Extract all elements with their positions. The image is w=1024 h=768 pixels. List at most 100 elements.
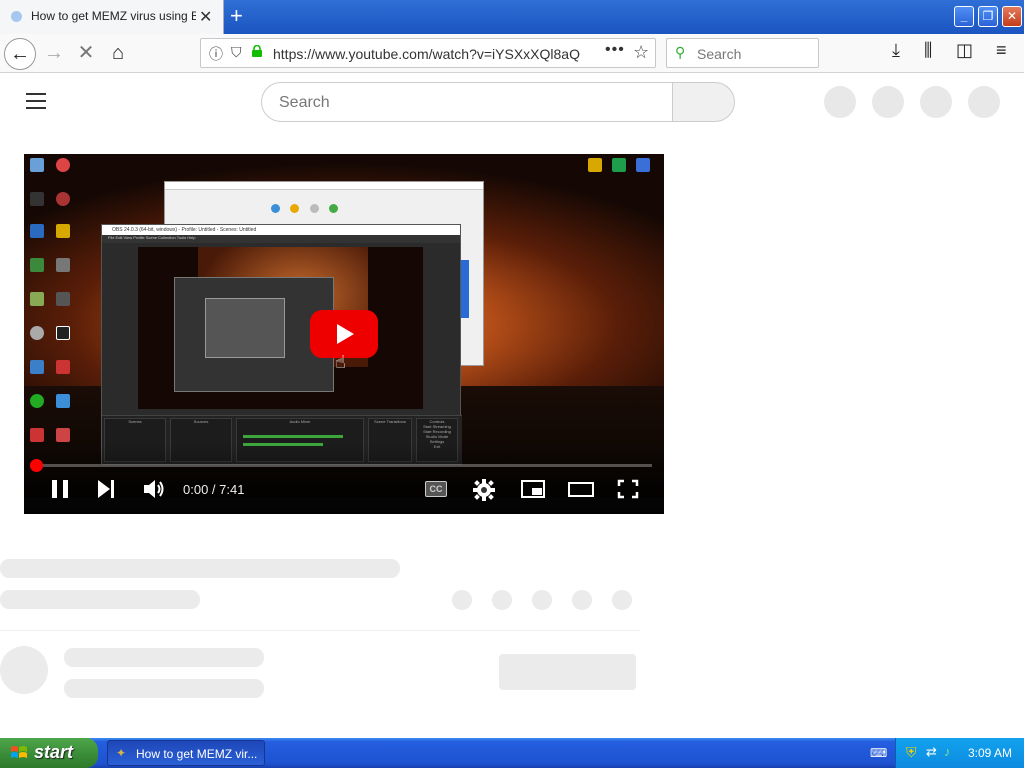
progress-scrubber[interactable] — [30, 459, 43, 472]
desktop-icon — [30, 326, 44, 340]
forward-button[interactable]: → — [38, 38, 70, 70]
title-placeholder — [0, 559, 400, 578]
subscriber-placeholder — [64, 679, 264, 698]
google-slides-icon — [588, 158, 602, 172]
pause-button[interactable] — [50, 478, 70, 500]
browser-tab[interactable]: How to get MEMZ virus using Batc ✕ — [0, 0, 224, 34]
obs-preview — [138, 247, 423, 409]
header-icon-placeholder[interactable] — [920, 86, 952, 118]
action-placeholder — [572, 590, 592, 610]
url-bar[interactable]: ⓘ ⛉ https://www.youtube.com/watch?v=iYSX… — [200, 38, 656, 68]
dock-audio-mixer-label: Audio Mixer — [289, 419, 311, 424]
youtube-search-input[interactable]: Search — [261, 82, 673, 122]
menu-icon[interactable]: ≡ — [996, 40, 1007, 61]
virtualbox-icon — [30, 224, 44, 238]
action-placeholder — [492, 590, 512, 610]
views-placeholder — [0, 590, 200, 609]
browser-search-box[interactable]: ⚲ Search — [666, 38, 819, 68]
desktop-icon — [30, 258, 44, 272]
system-tray: ⛨ ⇄ ♪ 3:09 AM — [895, 738, 1024, 768]
chrome-icon — [56, 158, 70, 172]
desktop-icon — [30, 394, 44, 408]
fullscreen-button[interactable] — [616, 478, 640, 500]
desktop-icon — [56, 292, 70, 306]
settings-gear-icon[interactable] — [472, 478, 496, 502]
hamburger-menu-icon[interactable] — [26, 93, 46, 109]
recycle-bin-icon — [30, 158, 44, 172]
desktop-icon — [30, 428, 44, 442]
obs-menu: File Edit View Profile Scene Collection … — [102, 235, 460, 243]
hand-cursor-icon: ☝ — [335, 352, 346, 372]
volume-tray-icon[interactable]: ♪ — [944, 744, 951, 759]
google-docs-icon — [636, 158, 650, 172]
audio-meter — [243, 435, 343, 438]
sidebar-icon[interactable]: ◫ — [956, 40, 973, 61]
action-placeholder — [452, 590, 472, 610]
play-icon — [337, 324, 354, 344]
divider — [0, 630, 640, 631]
loading-icon — [11, 11, 22, 22]
desktop-icon — [56, 258, 70, 272]
desktop-icon — [56, 360, 70, 374]
desktop-icon — [30, 292, 44, 306]
start-button[interactable]: start — [0, 738, 98, 768]
taskbar-item-firefox[interactable]: ✦ How to get MEMZ vir... — [107, 740, 265, 766]
bookmark-star-icon[interactable]: ☆ — [633, 42, 649, 63]
volume-button[interactable] — [142, 478, 166, 500]
obs-title: OBS 24.0.3 (64-bit, windows) - Profile: … — [102, 225, 460, 235]
time-display: 0:00 / 7:41 — [183, 482, 245, 497]
captions-button[interactable]: CC — [425, 481, 447, 497]
start-label: start — [34, 742, 74, 762]
channel-avatar-placeholder — [0, 646, 48, 694]
clock[interactable]: 3:09 AM — [968, 746, 1012, 760]
downloads-icon[interactable]: ⤓ — [892, 40, 900, 61]
action-placeholder — [612, 590, 632, 610]
progress-bar[interactable] — [30, 459, 652, 472]
network-icon[interactable]: ⇄ — [926, 744, 937, 760]
tracking-shield-icon[interactable]: ⛉ — [231, 44, 242, 61]
taskbar-item-label: How to get MEMZ vir... — [136, 747, 258, 761]
desktop-icon — [56, 394, 70, 408]
big-play-button[interactable] — [310, 310, 378, 358]
tab-close-icon[interactable]: ✕ — [199, 7, 212, 27]
video-player[interactable]: OBS 24.0.3 (64-bit, windows) - Profile: … — [24, 154, 664, 514]
avatar-placeholder[interactable] — [968, 86, 1000, 118]
action-placeholder — [532, 590, 552, 610]
browser-search-placeholder: Search — [697, 46, 742, 62]
home-button[interactable]: ⌂ — [102, 38, 134, 70]
restore-button[interactable]: ❐ — [978, 6, 998, 27]
subscribe-button-placeholder — [499, 654, 636, 690]
desktop-icon — [56, 428, 70, 442]
security-shield-icon[interactable]: ⛨ — [906, 744, 917, 761]
library-icon[interactable]: ⫼ — [924, 40, 932, 61]
info-icon[interactable]: ⓘ — [209, 44, 223, 64]
youtube-search-placeholder: Search — [279, 94, 330, 111]
theater-mode-button[interactable] — [567, 478, 595, 500]
new-tab-button[interactable]: + — [230, 3, 243, 29]
desktop-icon — [56, 192, 70, 206]
back-button[interactable]: ← — [4, 38, 36, 70]
youtube-search-button[interactable] — [672, 82, 735, 122]
page-actions-icon[interactable]: ••• — [605, 41, 625, 59]
epic-games-icon — [56, 326, 70, 340]
minimize-button[interactable]: _ — [954, 6, 974, 27]
google-sheets-icon — [612, 158, 626, 172]
close-window-button[interactable]: ✕ — [1002, 6, 1022, 27]
desktop-icon — [30, 192, 44, 206]
desktop-icon — [30, 360, 44, 374]
obs-window: OBS 24.0.3 (64-bit, windows) - Profile: … — [101, 224, 462, 465]
search-icon: ⚲ — [675, 44, 686, 60]
tab-title: How to get MEMZ virus using Batc — [31, 9, 196, 23]
miniplayer-button[interactable] — [520, 478, 546, 500]
keyboard-icon[interactable]: ⌨ — [870, 746, 887, 760]
desktop-icon — [56, 224, 70, 238]
channel-name-placeholder — [64, 648, 264, 667]
lock-icon[interactable] — [251, 45, 263, 57]
windows-logo-icon — [11, 746, 27, 758]
next-button[interactable] — [96, 478, 116, 500]
header-icon-placeholder[interactable] — [824, 86, 856, 118]
stop-button[interactable]: ✕ — [70, 38, 102, 70]
url-text[interactable]: https://www.youtube.com/watch?v=iYSXxXQl… — [273, 46, 580, 62]
firefox-icon: ✦ — [116, 746, 127, 760]
header-icon-placeholder[interactable] — [872, 86, 904, 118]
